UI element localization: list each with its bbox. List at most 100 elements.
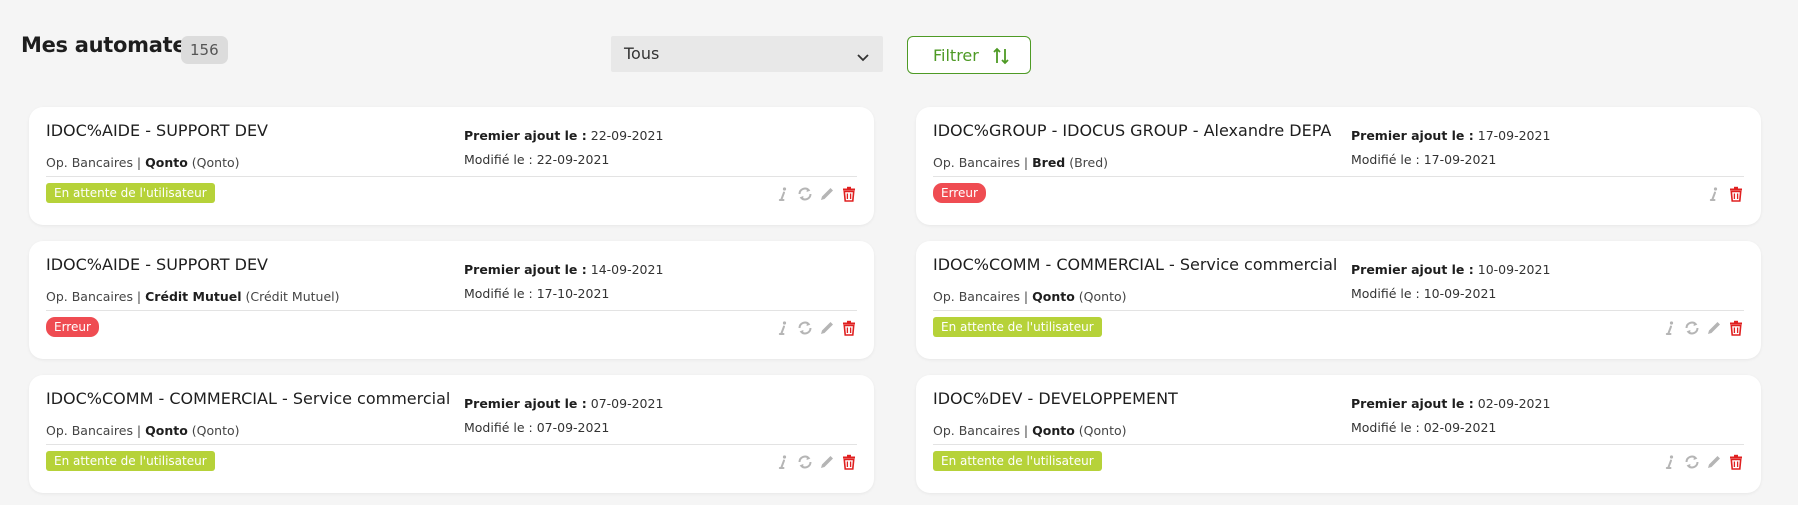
sync-icon[interactable] — [796, 453, 814, 471]
card-bank: Qonto — [1032, 423, 1075, 438]
modified-label: Modifié le : — [1351, 420, 1420, 435]
card-modified: Modifié le : 17-09-2021 — [1351, 152, 1496, 167]
modified-date: 07-09-2021 — [536, 420, 610, 435]
status-badge: Erreur — [46, 317, 99, 337]
sync-icon[interactable] — [796, 185, 814, 203]
card-bank-detail: (Qonto) — [1078, 423, 1127, 438]
card-bank: Qonto — [145, 155, 188, 170]
delete-icon[interactable] — [840, 453, 858, 471]
automate-card[interactable]: IDOC%AIDE - SUPPORT DEV Op. Bancaires | … — [29, 107, 874, 225]
card-bank-detail: (Qonto) — [1078, 289, 1127, 304]
card-name: IDOC%AIDE - SUPPORT DEV — [46, 121, 268, 140]
automate-card[interactable]: IDOC%DEV - DEVELOPPEMENT Op. Bancaires |… — [916, 375, 1761, 493]
edit-icon[interactable] — [1705, 453, 1723, 471]
delete-icon[interactable] — [840, 185, 858, 203]
automate-card[interactable]: IDOC%COMM - COMMERCIAL - Service commerc… — [916, 241, 1761, 359]
status-badge: En attente de l'utilisateur — [46, 451, 215, 471]
first-added-date: 02-09-2021 — [1477, 396, 1551, 411]
card-name: IDOC%AIDE - SUPPORT DEV — [46, 255, 268, 274]
modified-date: 17-09-2021 — [1423, 152, 1497, 167]
delete-icon[interactable] — [1727, 319, 1745, 337]
card-bank: Qonto — [145, 423, 188, 438]
first-added-date: 22-09-2021 — [590, 128, 664, 143]
card-bank: Crédit Mutuel — [145, 289, 242, 304]
first-added-date: 07-09-2021 — [590, 396, 664, 411]
card-bank: Bred — [1032, 155, 1066, 170]
card-divider — [46, 310, 857, 311]
first-added-label: Premier ajout le : — [464, 262, 587, 277]
first-added-date: 14-09-2021 — [590, 262, 664, 277]
modified-label: Modifié le : — [464, 152, 533, 167]
delete-icon[interactable] — [840, 319, 858, 337]
count-badge: 156 — [181, 36, 228, 64]
first-added-date: 17-09-2021 — [1477, 128, 1551, 143]
card-bank-info: Op. Bancaires | Qonto (Qonto) — [933, 289, 1127, 304]
edit-icon[interactable] — [818, 319, 836, 337]
page-header: Mes automates 156 Tous Filtrer — [0, 0, 1798, 100]
card-bank-info: Op. Bancaires | Qonto (Qonto) — [933, 423, 1127, 438]
edit-icon[interactable] — [818, 453, 836, 471]
card-category: Op. Bancaires | — [46, 155, 142, 170]
card-divider — [933, 444, 1744, 445]
first-added-label: Premier ajout le : — [464, 128, 587, 143]
info-icon[interactable] — [1661, 319, 1679, 337]
card-first-added: Premier ajout le : 14-09-2021 — [464, 262, 663, 277]
automate-card[interactable]: IDOC%GROUP - IDOCUS GROUP - Alexandre DE… — [916, 107, 1761, 225]
sync-icon[interactable] — [1683, 319, 1701, 337]
modified-label: Modifié le : — [1351, 152, 1420, 167]
card-bank-detail: (Crédit Mutuel) — [245, 289, 340, 304]
first-added-label: Premier ajout le : — [464, 396, 587, 411]
info-icon[interactable] — [1661, 453, 1679, 471]
sync-icon[interactable] — [796, 319, 814, 337]
card-first-added: Premier ajout le : 17-09-2021 — [1351, 128, 1550, 143]
status-badge: En attente de l'utilisateur — [933, 451, 1102, 471]
card-divider — [46, 176, 857, 177]
card-bank: Qonto — [1032, 289, 1075, 304]
card-category: Op. Bancaires | — [46, 289, 142, 304]
automate-card[interactable]: IDOC%AIDE - SUPPORT DEV Op. Bancaires | … — [29, 241, 874, 359]
delete-icon[interactable] — [1727, 185, 1745, 203]
sort-icon — [992, 46, 1010, 66]
card-bank-detail: (Qonto) — [191, 423, 240, 438]
card-bank-info: Op. Bancaires | Qonto (Qonto) — [46, 155, 240, 170]
card-name: IDOC%DEV - DEVELOPPEMENT — [933, 389, 1178, 408]
card-modified: Modifié le : 02-09-2021 — [1351, 420, 1496, 435]
modified-date: 17-10-2021 — [536, 286, 610, 301]
modified-date: 10-09-2021 — [1423, 286, 1497, 301]
card-actions — [774, 185, 858, 203]
status-badge: En attente de l'utilisateur — [933, 317, 1102, 337]
modified-label: Modifié le : — [464, 286, 533, 301]
info-icon[interactable] — [774, 453, 792, 471]
card-first-added: Premier ajout le : 10-09-2021 — [1351, 262, 1550, 277]
card-actions — [1661, 453, 1745, 471]
automate-card[interactable]: IDOC%COMM - COMMERCIAL - Service commerc… — [29, 375, 874, 493]
first-added-label: Premier ajout le : — [1351, 396, 1474, 411]
card-divider — [933, 310, 1744, 311]
card-modified: Modifié le : 10-09-2021 — [1351, 286, 1496, 301]
card-name: IDOC%GROUP - IDOCUS GROUP - Alexandre DE… — [933, 121, 1332, 140]
status-badge: En attente de l'utilisateur — [46, 183, 215, 203]
delete-icon[interactable] — [1727, 453, 1745, 471]
sync-icon[interactable] — [1683, 453, 1701, 471]
card-name: IDOC%COMM - COMMERCIAL - Service commerc… — [46, 389, 451, 408]
card-category: Op. Bancaires | — [933, 155, 1029, 170]
card-bank-info: Op. Bancaires | Bred (Bred) — [933, 155, 1108, 170]
edit-icon[interactable] — [1705, 319, 1723, 337]
info-icon[interactable] — [774, 319, 792, 337]
card-actions — [1661, 319, 1745, 337]
first-added-label: Premier ajout le : — [1351, 262, 1474, 277]
edit-icon[interactable] — [818, 185, 836, 203]
info-icon[interactable] — [1705, 185, 1723, 203]
chevron-down-icon — [857, 48, 869, 62]
filter-button-label: Filtrer — [933, 46, 979, 65]
status-filter-value: Tous — [624, 44, 660, 63]
filter-button[interactable]: Filtrer — [907, 36, 1031, 74]
first-added-label: Premier ajout le : — [1351, 128, 1474, 143]
info-icon[interactable] — [774, 185, 792, 203]
card-category: Op. Bancaires | — [46, 423, 142, 438]
status-filter-select[interactable]: Tous — [611, 36, 883, 72]
modified-label: Modifié le : — [1351, 286, 1420, 301]
card-first-added: Premier ajout le : 22-09-2021 — [464, 128, 663, 143]
card-modified: Modifié le : 22-09-2021 — [464, 152, 609, 167]
modified-label: Modifié le : — [464, 420, 533, 435]
